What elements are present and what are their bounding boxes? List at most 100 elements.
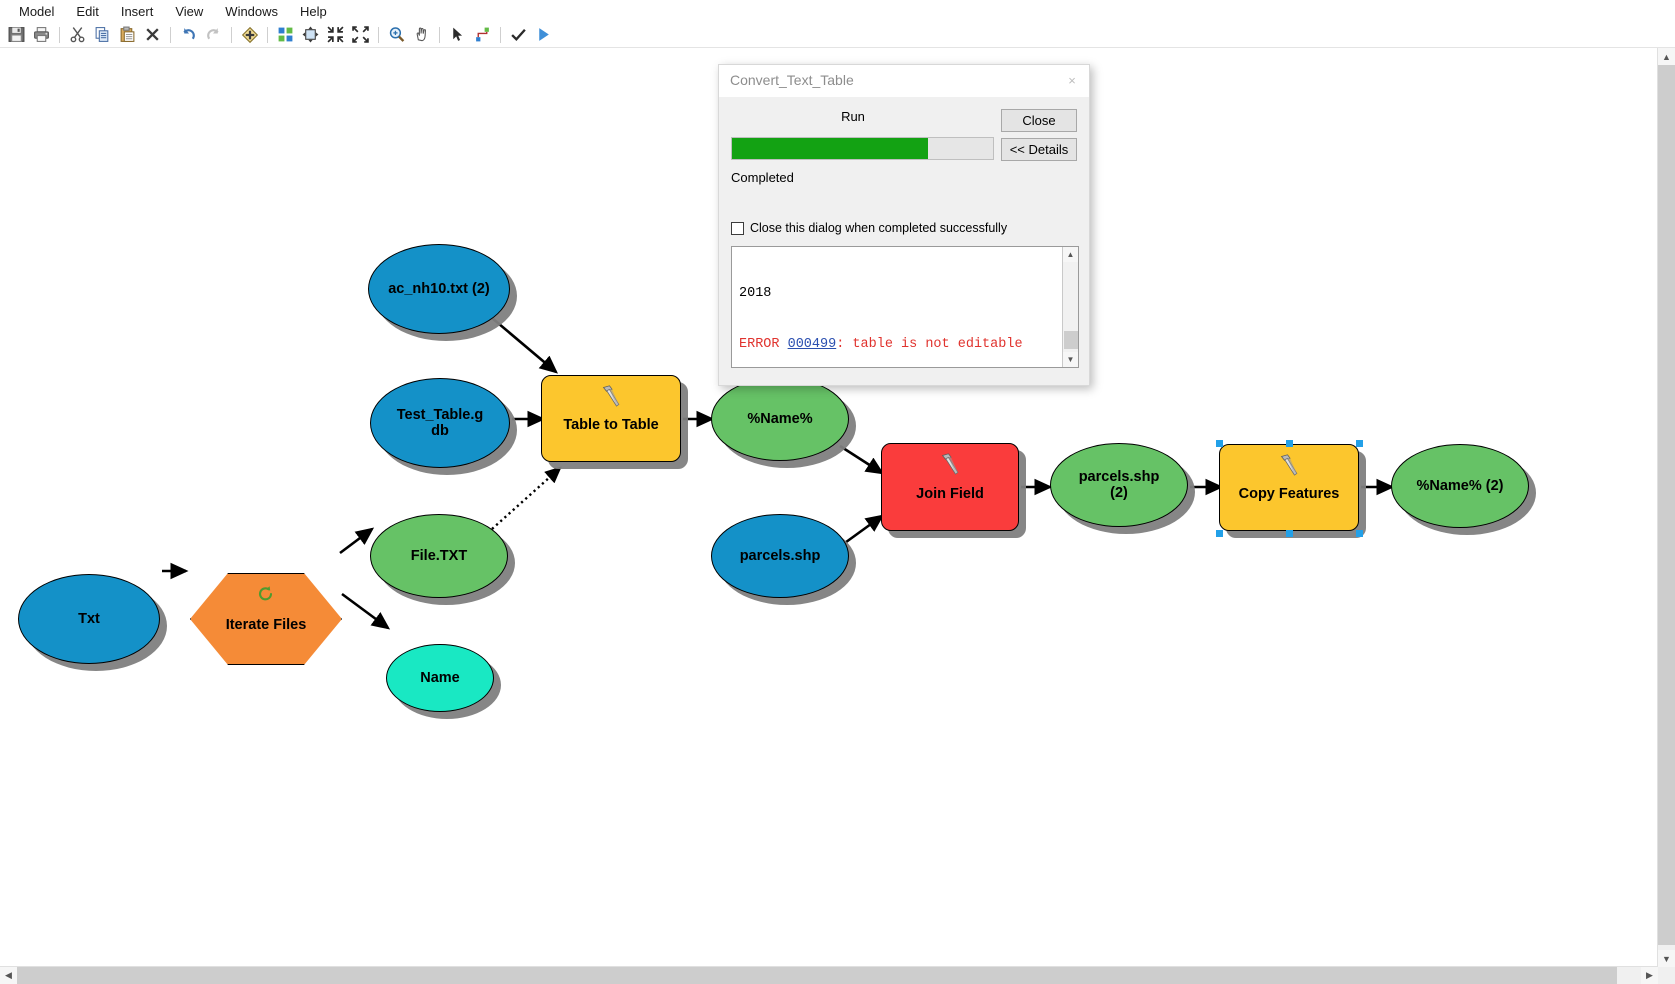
menu-bar: Model Edit Insert View Windows Help — [0, 0, 1675, 22]
node-label: Table to Table — [563, 417, 659, 434]
selection-handle-br[interactable] — [1356, 530, 1363, 537]
scroll-down-icon[interactable]: ▼ — [1658, 950, 1675, 967]
menu-model[interactable]: Model — [8, 2, 65, 21]
model-node-copy-features[interactable]: Copy Features — [1219, 444, 1359, 531]
details-button[interactable]: << Details — [1001, 138, 1077, 161]
model-node-name-pct-2[interactable]: %Name% (2) — [1391, 444, 1529, 528]
menu-insert[interactable]: Insert — [110, 2, 165, 21]
menu-view[interactable]: View — [164, 2, 214, 21]
link-iterate-filetxt — [339, 527, 375, 555]
vertical-scroll-thumb[interactable] — [1658, 65, 1675, 945]
log-vertical-scrollbar[interactable]: ▲ ▼ — [1062, 247, 1078, 367]
redo-icon[interactable] — [202, 24, 225, 46]
connect-icon[interactable] — [471, 24, 494, 46]
node-label: Join Field — [916, 485, 984, 502]
vertical-scrollbar[interactable]: ▲ ▼ — [1657, 48, 1675, 967]
node-label: Test_Table.gdb — [396, 406, 484, 439]
model-node-join-field[interactable]: Join Field — [881, 443, 1019, 531]
log-line-0: 2018 — [739, 286, 772, 301]
dialog-title-bar[interactable]: Convert_Text_Table × — [719, 65, 1089, 97]
cut-icon[interactable] — [66, 24, 89, 46]
horizontal-scrollbar[interactable]: ◀ ▶ — [0, 966, 1658, 984]
horizontal-scroll-thumb[interactable] — [17, 967, 1617, 984]
paste-icon[interactable] — [116, 24, 139, 46]
close-on-success-label: Close this dialog when completed success… — [750, 221, 1008, 235]
undo-icon[interactable] — [177, 24, 200, 46]
message-log-text: 2018 ERROR 000499: table is not editable… — [739, 251, 1023, 367]
node-label: File.TXT — [410, 547, 468, 564]
progress-dialog: Convert_Text_Table × Run Completed Close… — [718, 64, 1090, 386]
message-log[interactable]: 2018 ERROR 000499: table is not editable… — [731, 246, 1079, 368]
toolbar-separator — [59, 26, 60, 43]
node-label: ac_nh10.txt (2) — [388, 280, 490, 297]
toolbar-separator — [500, 26, 501, 43]
close-icon[interactable]: × — [1059, 69, 1085, 91]
node-label: %Name% (2) — [1416, 477, 1504, 494]
progress-bar-fill — [732, 138, 928, 159]
model-node-ac-nh10-txt-2[interactable]: ac_nh10.txt (2) — [368, 244, 510, 334]
toolbar-separator — [170, 26, 171, 43]
status-text: Completed — [731, 170, 794, 185]
auto-layout-icon[interactable] — [274, 24, 297, 46]
log-error-prefix: ERROR — [739, 337, 788, 352]
model-node-name-pct[interactable]: %Name% — [711, 377, 849, 461]
model-node-name[interactable]: Name — [386, 644, 494, 712]
tool-hammer-icon — [600, 385, 622, 409]
close-on-success-row[interactable]: Close this dialog when completed success… — [731, 221, 1007, 235]
model-node-parcels-shp[interactable]: parcels.shp — [711, 514, 849, 598]
toolbar-separator — [267, 26, 268, 43]
model-node-test-table-gdb[interactable]: Test_Table.gdb — [370, 378, 510, 468]
scroll-up-icon[interactable]: ▲ — [1658, 48, 1675, 65]
menu-edit[interactable]: Edit — [65, 2, 109, 21]
pan-icon[interactable] — [410, 24, 433, 46]
scroll-left-icon[interactable]: ◀ — [0, 967, 17, 984]
selection-handle-tr[interactable] — [1356, 440, 1363, 447]
selection-handle-bl[interactable] — [1216, 530, 1223, 537]
save-icon[interactable] — [5, 24, 28, 46]
toolbar-separator — [231, 26, 232, 43]
selection-handle-tc[interactable] — [1286, 440, 1293, 447]
add-data-icon[interactable] — [238, 24, 261, 46]
model-node-file-txt[interactable]: File.TXT — [370, 514, 508, 598]
model-node-txt[interactable]: Txt — [18, 574, 160, 664]
full-extent-icon[interactable] — [299, 24, 322, 46]
toolbar — [0, 22, 1675, 48]
zoom-tool-icon[interactable] — [385, 24, 408, 46]
close-button[interactable]: Close — [1001, 109, 1077, 132]
zoom-in-icon[interactable] — [349, 24, 372, 46]
node-label: parcels.shp — [739, 547, 821, 564]
model-node-iterate-files[interactable]: Iterate Files — [190, 573, 342, 665]
dialog-title: Convert_Text_Table — [730, 72, 854, 88]
log-scroll-down-icon[interactable]: ▼ — [1063, 352, 1078, 367]
model-node-table-to-table[interactable]: Table to Table — [541, 375, 681, 462]
scrollbar-corner — [1658, 967, 1675, 984]
run-icon[interactable] — [532, 24, 555, 46]
progress-bar — [731, 137, 994, 160]
delete-icon[interactable] — [141, 24, 164, 46]
modelbuilder-window: Model Edit Insert View Windows Help Txt … — [0, 0, 1675, 984]
node-label: parcels.shp (2) — [1078, 468, 1160, 501]
menu-windows[interactable]: Windows — [214, 2, 289, 21]
link-filetxt-tabletotable — [491, 466, 562, 530]
scroll-right-icon[interactable]: ▶ — [1641, 967, 1658, 984]
run-label: Run — [841, 109, 865, 124]
selection-handle-tl[interactable] — [1216, 440, 1223, 447]
menu-help[interactable]: Help — [289, 2, 338, 21]
dialog-body: Run Completed Close << Details Close thi… — [719, 97, 1089, 387]
link-namepct-joinfield — [839, 444, 885, 475]
select-icon[interactable] — [446, 24, 469, 46]
loop-icon — [256, 585, 276, 605]
log-scroll-thumb[interactable] — [1064, 331, 1078, 349]
node-label: Name — [420, 669, 460, 686]
zoom-out-icon[interactable] — [324, 24, 347, 46]
log-scroll-up-icon[interactable]: ▲ — [1063, 247, 1078, 262]
close-on-success-checkbox[interactable] — [731, 221, 744, 235]
print-icon[interactable] — [30, 24, 53, 46]
copy-icon[interactable] — [91, 24, 114, 46]
link-iterate-name — [341, 592, 391, 630]
node-label: Copy Features — [1238, 486, 1340, 503]
selection-handle-bc[interactable] — [1286, 530, 1293, 537]
error-code-link[interactable]: 000499 — [788, 337, 837, 352]
model-node-parcels-shp-2[interactable]: parcels.shp (2) — [1050, 443, 1188, 527]
validate-icon[interactable] — [507, 24, 530, 46]
